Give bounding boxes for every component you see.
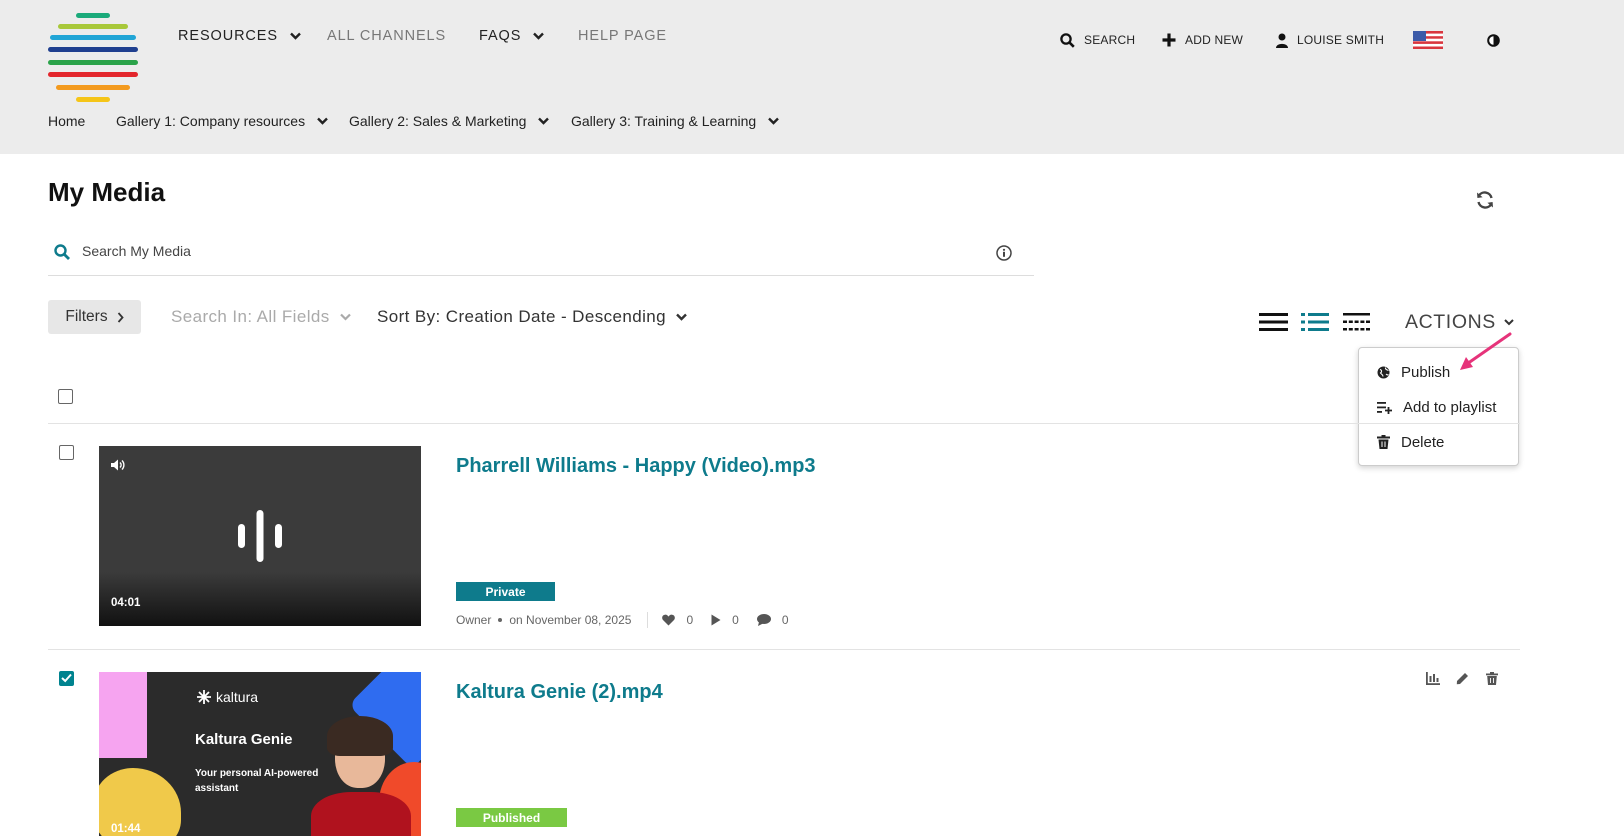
menu-item-delete[interactable]: Delete xyxy=(1377,431,1444,453)
media-duration: 04:01 xyxy=(111,597,141,609)
search-input[interactable] xyxy=(82,243,942,259)
audio-waveform-icon xyxy=(238,510,282,562)
plus-icon xyxy=(1162,33,1176,47)
chevron-down-icon xyxy=(768,117,780,125)
chevron-right-icon xyxy=(117,311,124,323)
divider xyxy=(48,423,1520,424)
globe-icon xyxy=(1377,366,1390,378)
add-new-button[interactable]: ADD NEW xyxy=(1162,30,1243,50)
chevron-down-icon xyxy=(1504,319,1514,326)
menu-item-publish[interactable]: Publish xyxy=(1377,361,1450,383)
chevron-down-icon xyxy=(339,313,351,321)
heart-icon xyxy=(662,614,676,626)
comment-icon xyxy=(756,614,771,626)
separator xyxy=(647,612,649,628)
top-header: RESOURCES ALL CHANNELS FAQS HELP PAGE SE… xyxy=(0,0,1624,154)
subnav-gallery-1[interactable]: Gallery 1: Company resources xyxy=(116,113,328,129)
chevron-down-icon xyxy=(676,313,687,321)
select-all-checkbox[interactable] xyxy=(58,389,73,404)
detailed-view-icon[interactable] xyxy=(1259,312,1288,332)
search-icon xyxy=(1060,32,1075,48)
user-menu-button[interactable]: LOUISE SMITH xyxy=(1276,30,1384,50)
nav-help-page[interactable]: HELP PAGE xyxy=(578,28,667,44)
subnav-gallery-3[interactable]: Gallery 3: Training & Learning xyxy=(571,113,780,129)
us-flag-icon[interactable] xyxy=(1413,31,1443,49)
sort-by-dropdown[interactable]: Sort By: Creation Date - Descending xyxy=(377,307,687,327)
trash-icon[interactable] xyxy=(1486,672,1498,685)
contrast-icon[interactable] xyxy=(1487,34,1500,47)
refresh-icon[interactable] xyxy=(1475,190,1495,210)
chevron-down-icon xyxy=(317,117,328,125)
search-icon xyxy=(54,244,70,260)
media-row-1-checkbox[interactable] xyxy=(59,445,74,460)
edit-icon[interactable] xyxy=(1456,672,1469,685)
info-icon[interactable] xyxy=(996,245,1012,261)
media-title-link[interactable]: Pharrell Williams - Happy (Video).mp3 xyxy=(456,455,816,478)
thumb-person-body xyxy=(311,792,411,836)
chevron-down-icon xyxy=(290,32,301,40)
thumb-title: Kaltura Genie xyxy=(195,731,293,748)
nav-all-channels[interactable]: ALL CHANNELS xyxy=(327,28,446,44)
user-icon xyxy=(1276,33,1288,48)
media-search-bar xyxy=(48,236,1034,276)
pointer-arrow-annotation xyxy=(1460,332,1512,370)
comments-stat: 0 xyxy=(756,613,789,627)
status-badge: Private xyxy=(456,582,555,601)
compact-view-icon[interactable] xyxy=(1343,312,1370,332)
site-logo[interactable] xyxy=(48,12,138,104)
media-row-2-checkbox[interactable] xyxy=(59,671,74,686)
subnav-gallery-2[interactable]: Gallery 2: Sales & Marketing xyxy=(349,113,550,129)
add-to-playlist-icon xyxy=(1377,401,1392,414)
thumb-decor-pink xyxy=(99,672,147,758)
plays-stat: 0 xyxy=(711,613,739,627)
divider xyxy=(48,649,1520,650)
header-search-button[interactable]: SEARCH xyxy=(1060,30,1135,50)
analytics-icon[interactable] xyxy=(1426,672,1440,685)
media-thumbnail[interactable]: 04:01 xyxy=(99,446,421,626)
media-duration: 01:44 xyxy=(111,823,141,835)
separator-dot xyxy=(498,618,503,622)
play-icon xyxy=(711,614,721,626)
nav-resources[interactable]: RESOURCES xyxy=(178,28,301,44)
audio-volume-icon xyxy=(111,459,125,471)
search-in-dropdown[interactable]: Search In: All Fields xyxy=(171,307,351,327)
media-meta: Owner on November 08, 2025 0 0 0 xyxy=(456,612,789,628)
subnav-home[interactable]: Home xyxy=(48,113,85,129)
trash-icon xyxy=(1377,435,1390,449)
menu-item-add-to-playlist[interactable]: Add to playlist xyxy=(1377,396,1496,418)
kaltura-logo-icon xyxy=(197,690,211,704)
chevron-down-icon xyxy=(538,117,550,125)
page-title: My Media xyxy=(48,177,166,207)
media-title-link[interactable]: Kaltura Genie (2).mp4 xyxy=(456,681,663,704)
status-badge: Published xyxy=(456,808,567,827)
checkmark-icon xyxy=(61,673,72,683)
thumb-subtitle: Your personal AI-powered xyxy=(195,768,319,779)
thumb-brand: kaltura xyxy=(216,689,259,705)
filters-button[interactable]: Filters xyxy=(48,300,141,334)
thumb-subtitle: assistant xyxy=(195,783,239,794)
nav-faqs[interactable]: FAQS xyxy=(479,28,545,44)
thumb-person-hair xyxy=(327,716,393,756)
media-thumbnail[interactable]: kaltura Kaltura Genie Your personal AI-p… xyxy=(99,672,421,836)
chevron-down-icon xyxy=(533,32,545,40)
likes-stat: 0 xyxy=(662,613,693,627)
list-view-icon[interactable] xyxy=(1301,312,1329,332)
